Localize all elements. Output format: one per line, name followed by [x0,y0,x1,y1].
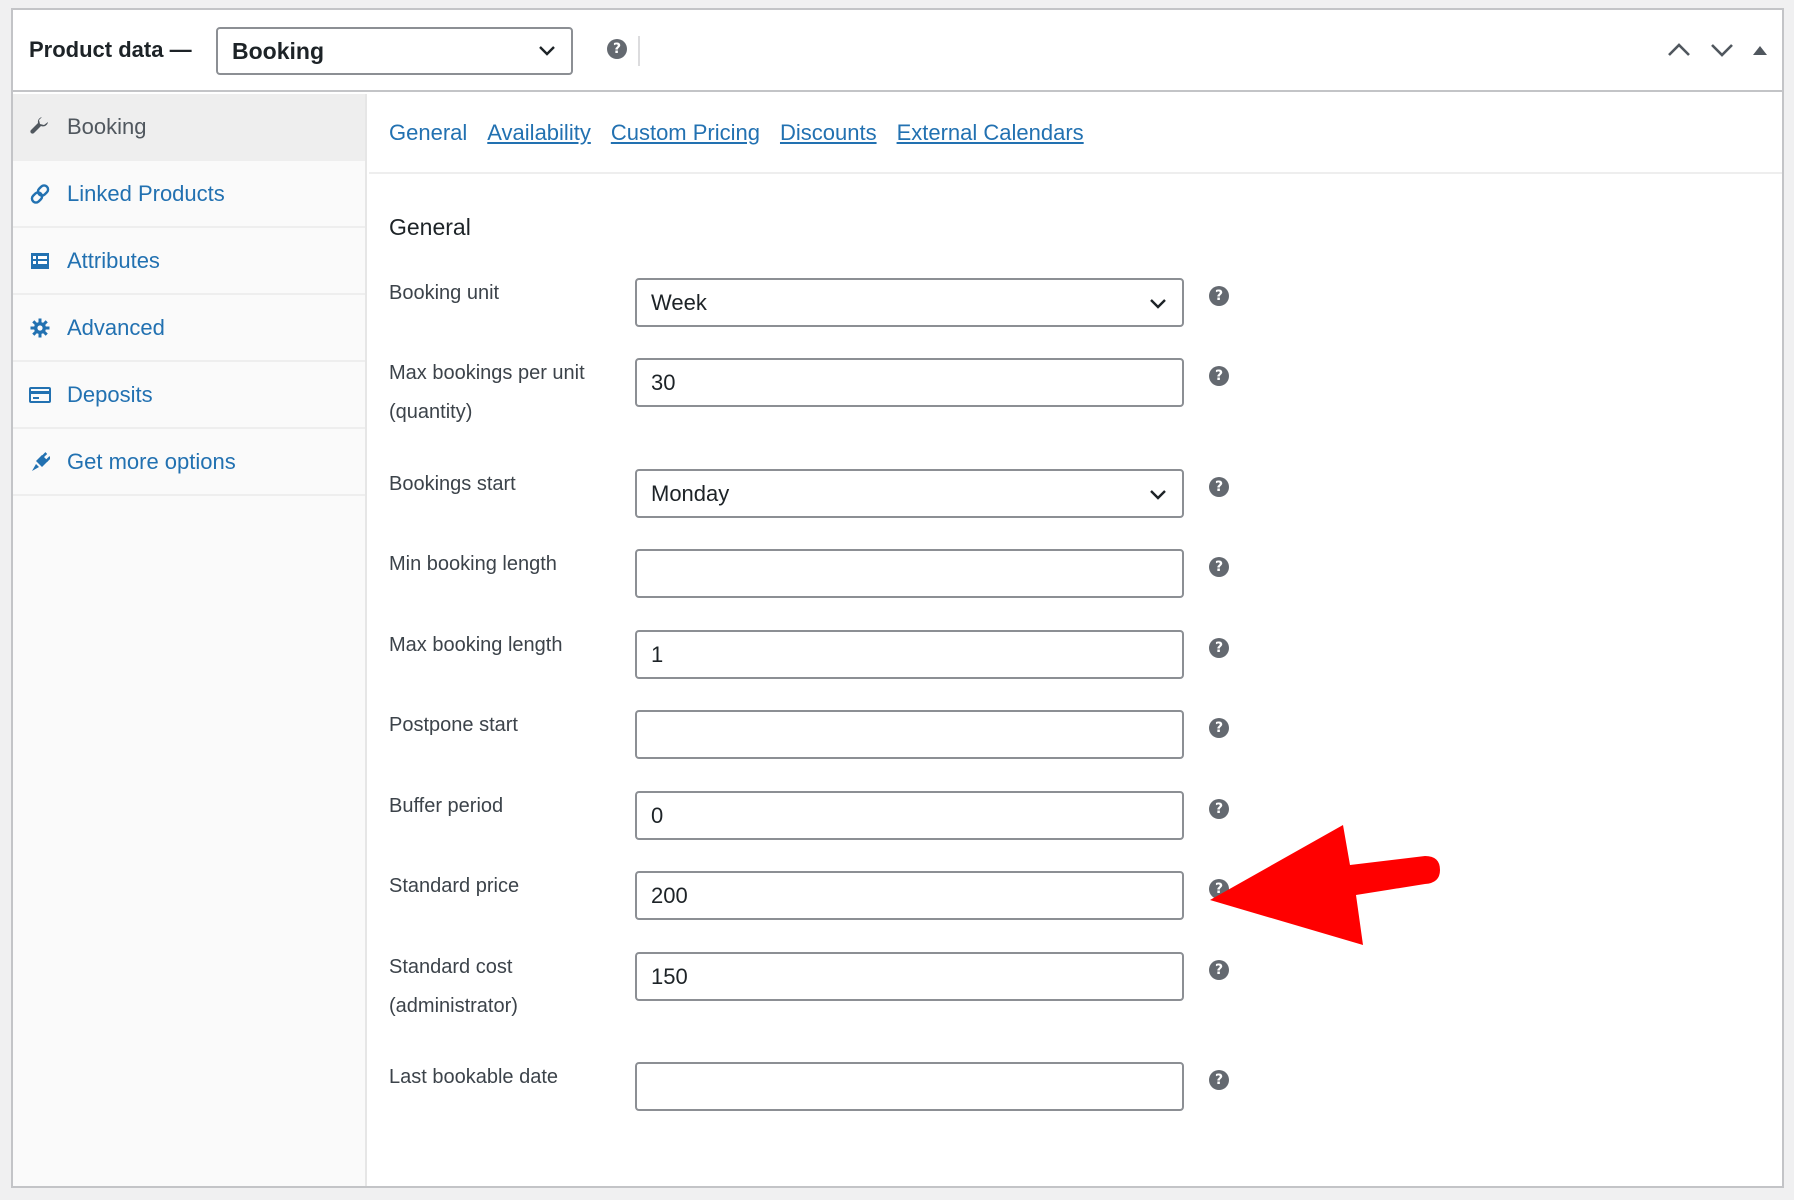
wrench-icon [29,116,51,138]
help-icon[interactable]: ? [1209,557,1229,577]
standard-cost-input[interactable] [635,952,1184,1001]
collapse-toggle-icon[interactable] [1749,38,1771,62]
sidebar-item-booking[interactable]: Booking [13,94,365,161]
move-down-icon[interactable] [1708,38,1736,62]
max-booking-length-input[interactable] [635,630,1184,679]
sub-tabs: General Availability Custom Pricing Disc… [369,94,1782,174]
field-label: Max bookings per unit (quantity) [389,362,585,423]
buffer-period-input[interactable] [635,791,1184,840]
sidebar-item-label: Advanced [67,314,165,340]
tab-external-calendars[interactable]: External Calendars [897,120,1084,146]
help-icon[interactable]: ? [1209,1070,1229,1090]
tab-availability[interactable]: Availability [487,120,591,146]
product-type-value: Booking [232,37,324,64]
annotation-arrow-icon [1210,825,1440,945]
gear-icon [29,317,51,339]
sidebar-item-get-more-options[interactable]: Get more options [13,429,365,496]
bookings-start-select[interactable]: Monday [635,469,1184,518]
sidebar-item-label: Booking [67,113,147,139]
panel-title: Product data — [29,37,192,62]
sidebar-item-label: Deposits [67,381,153,407]
chevron-down-icon [1150,299,1166,309]
help-icon[interactable]: ? [1209,477,1229,497]
bookings-start-value: Monday [651,480,730,506]
link-icon [29,183,51,205]
move-up-icon[interactable] [1665,38,1693,62]
booking-unit-value: Week [651,289,707,315]
last-bookable-date-input[interactable] [635,1062,1184,1111]
help-icon[interactable]: ? [1209,718,1229,738]
help-icon[interactable]: ? [1209,638,1229,658]
general-section: General Booking unit Week ? Max bookings… [389,174,1782,1186]
sidebar-item-linked-products[interactable]: Linked Products [13,161,365,228]
chevron-down-icon [1150,490,1166,500]
product-type-select[interactable]: Booking [216,27,573,75]
sidebar-item-label: Get more options [67,448,236,474]
field-label: Booking unit [389,282,500,304]
sidebar-item-attributes[interactable]: Attributes [13,228,365,295]
field-label: Standard price [389,875,520,897]
section-title: General [389,214,471,240]
sidebar-item-label: Linked Products [67,180,225,206]
sidebar-item-advanced[interactable]: Advanced [13,295,365,362]
standard-price-input[interactable] [635,871,1184,920]
field-label: Max booking length [389,634,563,656]
field-label: Standard cost (administrator) [389,956,518,1017]
tab-general[interactable]: General [389,120,467,146]
field-label: Postpone start [389,714,518,736]
help-icon[interactable]: ? [1209,799,1229,819]
plugin-icon [29,451,51,473]
tab-custom-pricing[interactable]: Custom Pricing [611,120,760,146]
help-icon[interactable]: ? [607,39,627,59]
help-icon[interactable]: ? [1209,960,1229,980]
field-label: Min booking length [389,553,557,575]
field-label: Last bookable date [389,1066,559,1088]
sidebar-item-label: Attributes [67,247,160,273]
product-data-panel: Product data — Booking ? Booking Linked … [11,8,1784,1188]
min-booking-length-input[interactable] [635,549,1184,598]
postpone-start-input[interactable] [635,710,1184,759]
credit-card-icon [29,384,51,406]
field-label: Buffer period [389,795,504,817]
panel-header: Product data — Booking ? [13,10,1782,92]
product-data-tabs: Booking Linked Products Attributes Advan… [13,94,367,1186]
header-divider [638,36,640,66]
list-table-icon [29,250,51,272]
sidebar-item-deposits[interactable]: Deposits [13,362,365,429]
field-label: Bookings start [389,473,516,495]
help-icon[interactable]: ? [1209,286,1229,306]
max-bookings-input[interactable] [635,358,1184,407]
chevron-down-icon [539,46,555,56]
booking-unit-select[interactable]: Week [635,278,1184,327]
help-icon[interactable]: ? [1209,366,1229,386]
tab-discounts[interactable]: Discounts [780,120,877,146]
